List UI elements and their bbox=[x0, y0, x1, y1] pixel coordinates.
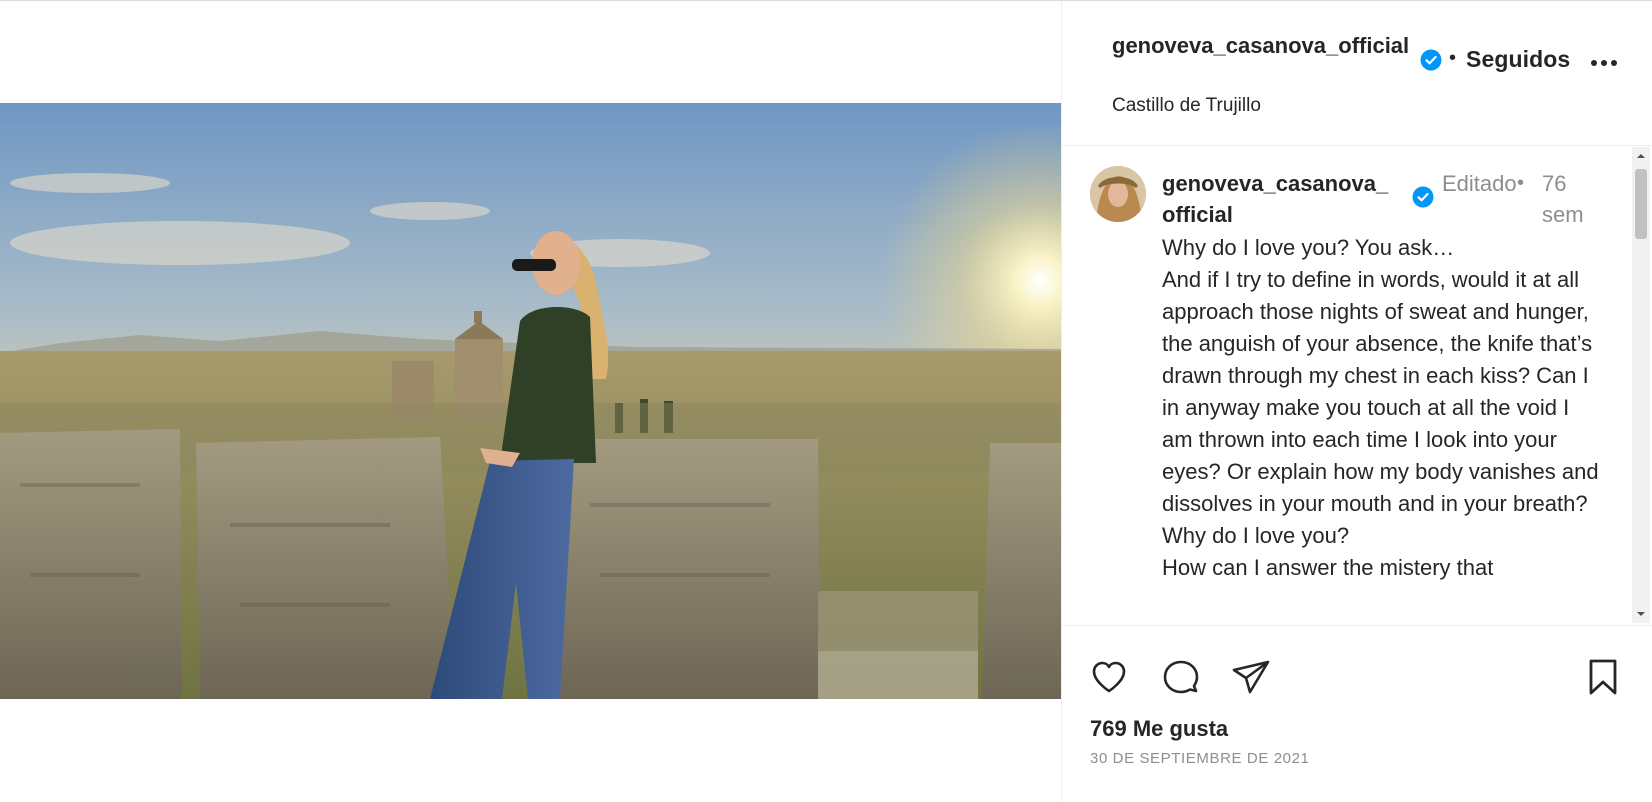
post-actions: 769 Me gusta 30 DE SEPTIEMBRE DE 2021 bbox=[1062, 625, 1652, 802]
post-dialog: genoveva_casanova_official • Seguidos Ca… bbox=[0, 0, 1652, 801]
comment-icon[interactable] bbox=[1160, 656, 1202, 698]
share-icon[interactable] bbox=[1230, 656, 1272, 698]
verified-badge-icon bbox=[1420, 49, 1442, 71]
post-date[interactable]: 30 DE SEPTIEMBRE DE 2021 bbox=[1090, 750, 1310, 767]
bookmark-icon[interactable] bbox=[1582, 656, 1624, 698]
follow-status-button[interactable]: Seguidos bbox=[1466, 46, 1570, 73]
caption-area: genoveva_casanova_official Editado • 76 … bbox=[1062, 146, 1652, 624]
avatar[interactable] bbox=[1090, 166, 1146, 222]
post-media-area bbox=[0, 1, 1061, 801]
scrollbar-thumb[interactable] bbox=[1635, 169, 1647, 239]
header-username[interactable]: genoveva_casanova_official bbox=[1112, 31, 1412, 60]
heart-icon[interactable] bbox=[1088, 656, 1130, 698]
post-header: genoveva_casanova_official • Seguidos Ca… bbox=[1062, 1, 1652, 146]
likes-count[interactable]: 769 Me gusta bbox=[1090, 716, 1228, 742]
verified-badge-icon bbox=[1412, 186, 1434, 208]
header-separator: • bbox=[1449, 47, 1457, 69]
post-time[interactable]: 76 sem bbox=[1542, 168, 1602, 230]
location-link[interactable]: Castillo de Trujillo bbox=[1112, 95, 1261, 117]
post-side-panel: genoveva_casanova_official • Seguidos Ca… bbox=[1061, 1, 1652, 801]
edited-label: Editado bbox=[1442, 171, 1517, 196]
post-photo[interactable] bbox=[0, 103, 1061, 699]
caption-username[interactable]: genoveva_casanova_official bbox=[1162, 168, 1392, 230]
scroll-up-arrow-icon[interactable] bbox=[1632, 147, 1650, 165]
caption-text: Why do I love you? You ask… And if I try… bbox=[1162, 235, 1599, 580]
caption-scrollbar[interactable] bbox=[1632, 147, 1650, 623]
more-options-icon[interactable] bbox=[1587, 51, 1621, 75]
scroll-down-arrow-icon[interactable] bbox=[1632, 605, 1650, 623]
caption-separator: • bbox=[1517, 172, 1525, 194]
